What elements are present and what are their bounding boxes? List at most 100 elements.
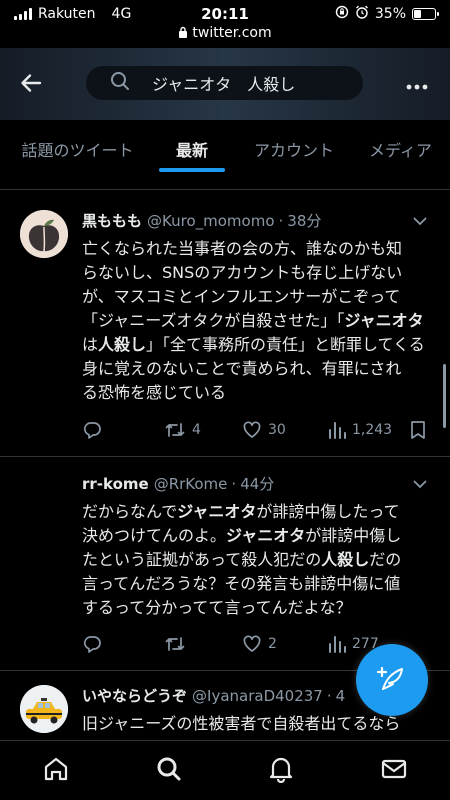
- chevron-down-icon: [413, 474, 427, 493]
- address-bar[interactable]: twitter.com: [0, 25, 450, 42]
- tab-label: 最新: [175, 141, 208, 160]
- url-text: twitter.com: [192, 25, 272, 41]
- tweet-text: だからなんでジャニオタが誹謗中傷したって 決めつけてんのよ。ジャニオタが誹謗中傷し…: [82, 500, 430, 620]
- mail-icon: [380, 755, 408, 787]
- bookmark-button[interactable]: [410, 420, 426, 440]
- tweet-text-line: らないし、SNSのアカウントも存じ上げない: [82, 261, 430, 285]
- tweet-text-line: 旧ジャニーズの性被害者で自殺者出てるなら: [82, 712, 430, 736]
- timestamp[interactable]: 38分: [287, 210, 321, 231]
- retweet-button[interactable]: [164, 634, 186, 654]
- tab-accounts[interactable]: アカウント: [229, 120, 359, 178]
- highlighted-keyword: ジャニオタ: [177, 502, 257, 521]
- like-button[interactable]: 30: [242, 420, 286, 440]
- nav-home[interactable]: [36, 751, 76, 791]
- battery-percent: 35%: [374, 6, 406, 22]
- time-separator: ·: [278, 211, 284, 230]
- time-separator: ·: [231, 474, 237, 493]
- search-input[interactable]: ジャニオタ 人殺し: [86, 66, 363, 100]
- timestamp[interactable]: 44分: [240, 473, 274, 494]
- text-segment: たという証拠があって殺人犯だの: [82, 550, 322, 569]
- text-segment: 」「全て事務所の責任」と断罪してくる: [146, 335, 425, 354]
- reply-icon: [82, 420, 102, 440]
- search-query: ジャニオタ 人殺し: [152, 75, 296, 94]
- timestamp[interactable]: 4: [336, 687, 346, 705]
- text-segment: が、マスコミとインフルエンサーがこぞって: [82, 287, 401, 306]
- back-button[interactable]: [14, 68, 48, 102]
- highlighted-keyword: 人殺し: [321, 550, 370, 569]
- avatar[interactable]: [20, 210, 68, 258]
- tab-latest[interactable]: 最新: [155, 120, 229, 178]
- search-icon: [155, 755, 183, 787]
- bookmark-icon: [410, 420, 426, 440]
- avatar[interactable]: [20, 685, 68, 733]
- text-segment: だからなんで: [82, 502, 178, 521]
- text-segment: 言ってんだろうな？その発言も誹謗中傷に値: [82, 574, 401, 593]
- tab-top[interactable]: 話題のツイート: [0, 120, 155, 178]
- display-name[interactable]: いやならどうぞ: [82, 685, 187, 706]
- views-button[interactable]: 1,243: [328, 421, 392, 439]
- scrollbar[interactable]: [443, 364, 446, 428]
- taxi-avatar-image: [20, 685, 68, 733]
- tweet-menu-button[interactable]: [410, 475, 430, 491]
- highlighted-keyword: ジャニオタ: [344, 311, 424, 330]
- tweet-text-line: 亡くなられた当事者の会の方、誰なのかも知: [82, 237, 430, 261]
- tweet-text-line: 「ジャニーズオタクが自殺させた」「ジャニオタ: [82, 309, 430, 333]
- tweet-text-line: 身に覚えのないことで責められ、有罪にされ: [82, 357, 430, 381]
- tweet-text-line: が、マスコミとインフルエンサーがこぞって: [82, 285, 430, 309]
- tab-label: 話題のツイート: [21, 141, 134, 160]
- highlighted-keyword: ジャニオタ: [226, 526, 306, 545]
- view-count: 1,243: [352, 422, 393, 438]
- text-segment: が誹謗中傷したって: [256, 502, 400, 521]
- text-segment: 亡くなられた当事者の会の方、誰なのかも知: [82, 239, 403, 258]
- tweet-text: 旧ジャニーズの性被害者で自殺者出てるなら: [82, 712, 430, 736]
- reply-button[interactable]: [82, 634, 102, 654]
- tweet[interactable]: rr-kome @RrKome · 44分 だからなんでジャニオタが誹謗中傷した…: [0, 457, 450, 670]
- tweet-text-line: 決めつけてんのよ。ジャニオタが誹謗中傷し: [82, 524, 430, 548]
- peach-avatar-image: [20, 210, 68, 258]
- display-name[interactable]: 黒ももも: [82, 210, 142, 231]
- retweet-count: 4: [192, 422, 201, 438]
- text-segment: だの: [369, 550, 402, 569]
- retweet-icon: [164, 420, 186, 440]
- text-segment: するって分かってて言ってんだよな？: [82, 598, 352, 617]
- display-name[interactable]: rr-kome: [82, 475, 149, 493]
- active-tab-indicator: [159, 168, 225, 172]
- like-count: 2: [268, 636, 277, 652]
- analytics-icon: [328, 421, 346, 439]
- nav-messages[interactable]: [374, 751, 414, 791]
- highlighted-keyword: 人殺し: [98, 335, 147, 354]
- nav-notifications[interactable]: [261, 751, 301, 791]
- tweet-text: 亡くなられた当事者の会の方、誰なのかも知 らないし、SNSのアカウントも存じ上げな…: [82, 237, 430, 405]
- handle[interactable]: @RrKome: [154, 475, 228, 493]
- tab-label: メディア: [369, 141, 432, 160]
- text-segment: らないし、SNSのアカウントも存じ上げない: [82, 263, 403, 282]
- search-tabs: 話題のツイート 最新 アカウント メディア: [0, 120, 450, 178]
- more-options-button[interactable]: [402, 70, 432, 98]
- time-separator: ·: [326, 686, 332, 705]
- tweet-menu-button[interactable]: [410, 212, 430, 228]
- compose-tweet-button[interactable]: [356, 644, 428, 716]
- handle[interactable]: @Kuro_momomo: [147, 212, 274, 230]
- reply-button[interactable]: [82, 420, 102, 440]
- heart-icon: [242, 420, 262, 440]
- retweet-icon: [164, 634, 186, 654]
- reply-icon: [82, 634, 102, 654]
- like-button[interactable]: 2: [242, 634, 277, 654]
- tweet-text-line: するって分かってて言ってんだよな？: [82, 596, 430, 620]
- tweet[interactable]: 黒ももも @Kuro_momomo · 38分 亡くなられた当事者の会の方、誰な…: [0, 190, 450, 456]
- analytics-icon: [328, 635, 346, 653]
- handle[interactable]: @IyanaraD40237: [192, 687, 323, 705]
- tweet-text-line: る恐怖を感じている: [82, 381, 430, 405]
- tab-media[interactable]: メディア: [359, 120, 450, 178]
- tweet-actions: 4 30 1,243: [82, 418, 432, 442]
- orientation-lock-icon: [335, 5, 349, 23]
- lock-icon: [178, 26, 188, 42]
- chevron-down-icon: [413, 211, 427, 230]
- more-icon: [406, 75, 428, 94]
- text-segment: 旧ジャニーズの性被害者で自殺者出てるなら: [82, 714, 401, 733]
- tweet-body: rr-kome @RrKome · 44分 だからなんでジャニオタが誹謗中傷した…: [82, 473, 430, 620]
- nav-search[interactable]: [149, 751, 189, 791]
- tweet-text-line: は人殺し」「全て事務所の責任」と断罪してくる: [82, 333, 430, 357]
- status-bar: Rakuten 4G 20:11 twitter.com 35%: [0, 0, 450, 48]
- retweet-button[interactable]: 4: [164, 420, 201, 440]
